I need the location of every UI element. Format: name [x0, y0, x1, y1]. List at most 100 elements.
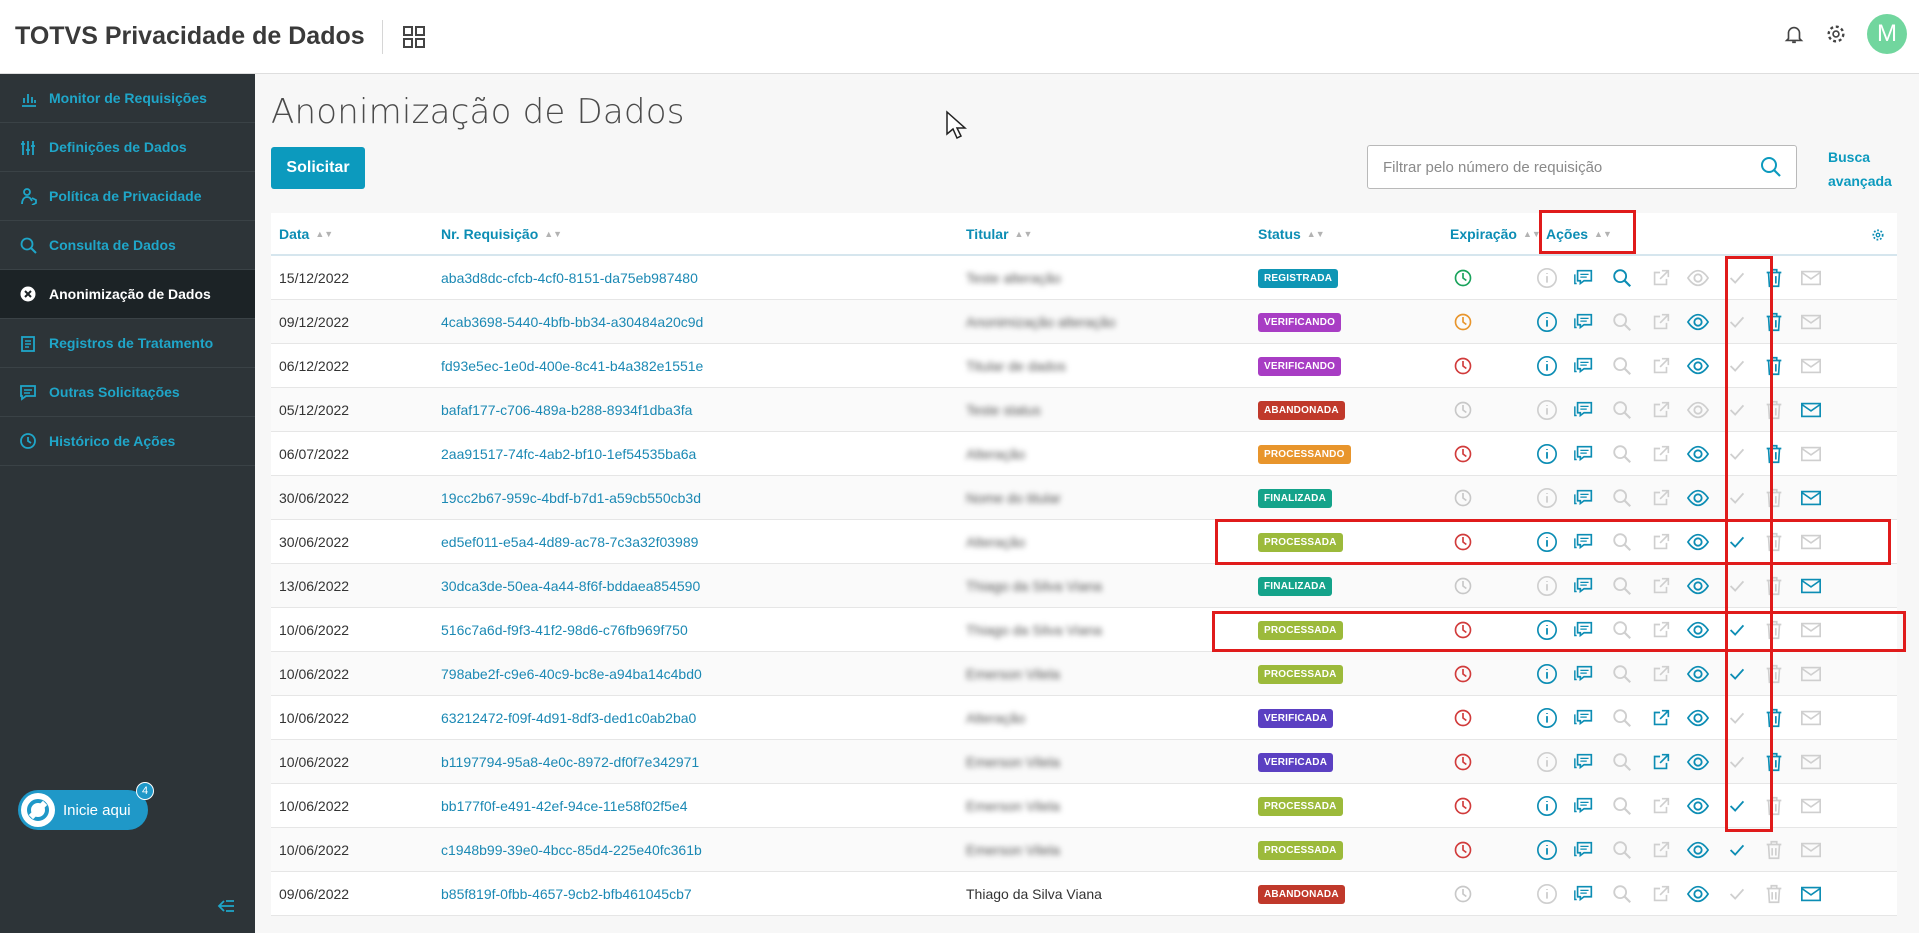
check-icon[interactable] — [1726, 311, 1748, 333]
trash-icon[interactable] — [1763, 443, 1785, 465]
trash-icon[interactable] — [1763, 355, 1785, 377]
collapse-menu-icon[interactable] — [216, 896, 236, 916]
external-link-icon[interactable] — [1650, 619, 1672, 641]
search-icon[interactable] — [1611, 531, 1633, 553]
check-icon[interactable] — [1726, 751, 1748, 773]
search-icon[interactable] — [1611, 751, 1633, 773]
sidebar-item-0[interactable]: Monitor de Requisições — [0, 74, 255, 123]
info-icon[interactable] — [1536, 839, 1558, 861]
check-icon[interactable] — [1726, 443, 1748, 465]
row-request-link[interactable]: 2aa91517-74fc-4ab2-bf10-1ef54535ba6a — [441, 432, 696, 476]
mail-icon[interactable] — [1800, 751, 1822, 773]
external-link-icon[interactable] — [1650, 663, 1672, 685]
mail-icon[interactable] — [1800, 531, 1822, 553]
search-icon[interactable] — [1611, 443, 1633, 465]
trash-icon[interactable] — [1763, 531, 1785, 553]
column-header-titular[interactable]: Titular ▲▼ — [966, 226, 1032, 242]
external-link-icon[interactable] — [1650, 399, 1672, 421]
info-icon[interactable] — [1536, 399, 1558, 421]
info-icon[interactable] — [1536, 751, 1558, 773]
search-icon[interactable] — [1611, 311, 1633, 333]
chat-icon[interactable] — [1573, 751, 1595, 773]
external-link-icon[interactable] — [1650, 311, 1672, 333]
sidebar-item-6[interactable]: Outras Solicitações — [0, 368, 255, 417]
eye-icon[interactable] — [1687, 575, 1709, 597]
row-request-link[interactable]: fd93e5ec-1e0d-400e-8c41-b4a382e1551e — [441, 344, 703, 388]
search-icon[interactable] — [1611, 575, 1633, 597]
settings-gear-icon[interactable] — [1825, 23, 1847, 45]
table-settings-icon[interactable] — [1871, 228, 1885, 242]
row-request-link[interactable]: bafaf177-c706-489a-b288-8934f1dba3fa — [441, 388, 692, 432]
notification-bell-icon[interactable] — [1783, 23, 1805, 45]
chat-icon[interactable] — [1573, 795, 1595, 817]
check-icon[interactable] — [1726, 355, 1748, 377]
check-icon[interactable] — [1726, 663, 1748, 685]
chat-icon[interactable] — [1573, 839, 1595, 861]
eye-icon[interactable] — [1687, 795, 1709, 817]
search-input[interactable] — [1368, 146, 1759, 188]
row-request-link[interactable]: c1948b99-39e0-4bcc-85d4-225e40fc361b — [441, 828, 702, 872]
row-request-link[interactable]: 798abe2f-c9e6-40c9-bc8e-a94ba14c4bd0 — [441, 652, 702, 696]
eye-icon[interactable] — [1687, 619, 1709, 641]
external-link-icon[interactable] — [1650, 531, 1672, 553]
chat-icon[interactable] — [1573, 399, 1595, 421]
row-request-link[interactable]: b1197794-95a8-4e0c-8972-df0f7e342971 — [441, 740, 699, 784]
column-header-expiracao[interactable]: Expiração ▲▼ — [1450, 226, 1541, 242]
mail-icon[interactable] — [1800, 883, 1822, 905]
row-request-link[interactable]: 4cab3698-5440-4bfb-bb34-a30484a20c9d — [441, 300, 703, 344]
mail-icon[interactable] — [1800, 267, 1822, 289]
trash-icon[interactable] — [1763, 311, 1785, 333]
search-icon[interactable] — [1759, 155, 1783, 179]
eye-icon[interactable] — [1687, 443, 1709, 465]
chat-icon[interactable] — [1573, 883, 1595, 905]
mail-icon[interactable] — [1800, 355, 1822, 377]
external-link-icon[interactable] — [1650, 443, 1672, 465]
eye-icon[interactable] — [1687, 883, 1709, 905]
external-link-icon[interactable] — [1650, 839, 1672, 861]
info-icon[interactable] — [1536, 575, 1558, 597]
search-icon[interactable] — [1611, 619, 1633, 641]
trash-icon[interactable] — [1763, 575, 1785, 597]
eye-icon[interactable] — [1687, 311, 1709, 333]
check-icon[interactable] — [1726, 883, 1748, 905]
check-icon[interactable] — [1726, 399, 1748, 421]
mail-icon[interactable] — [1800, 619, 1822, 641]
help-start-button[interactable]: Inicie aqui 4 — [18, 782, 154, 830]
search-icon[interactable] — [1611, 707, 1633, 729]
trash-icon[interactable] — [1763, 487, 1785, 509]
external-link-icon[interactable] — [1650, 707, 1672, 729]
search-icon[interactable] — [1611, 795, 1633, 817]
eye-icon[interactable] — [1687, 267, 1709, 289]
sidebar-item-7[interactable]: Histórico de Ações — [0, 417, 255, 466]
info-icon[interactable] — [1536, 795, 1558, 817]
mail-icon[interactable] — [1800, 575, 1822, 597]
chat-icon[interactable] — [1573, 267, 1595, 289]
chat-icon[interactable] — [1573, 355, 1595, 377]
column-header-status[interactable]: Status ▲▼ — [1258, 226, 1325, 242]
eye-icon[interactable] — [1687, 399, 1709, 421]
chat-icon[interactable] — [1573, 443, 1595, 465]
eye-icon[interactable] — [1687, 531, 1709, 553]
mail-icon[interactable] — [1800, 399, 1822, 421]
sidebar-item-3[interactable]: Consulta de Dados — [0, 221, 255, 270]
check-icon[interactable] — [1726, 575, 1748, 597]
advanced-search-link[interactable]: Busca avançada — [1828, 145, 1898, 193]
mail-icon[interactable] — [1800, 707, 1822, 729]
external-link-icon[interactable] — [1650, 883, 1672, 905]
sidebar-item-4[interactable]: Anonimização de Dados — [0, 270, 255, 319]
trash-icon[interactable] — [1763, 267, 1785, 289]
search-icon[interactable] — [1611, 839, 1633, 861]
chat-icon[interactable] — [1573, 663, 1595, 685]
check-icon[interactable] — [1726, 839, 1748, 861]
eye-icon[interactable] — [1687, 355, 1709, 377]
check-icon[interactable] — [1726, 487, 1748, 509]
info-icon[interactable] — [1536, 267, 1558, 289]
request-button[interactable]: Solicitar — [271, 147, 365, 189]
info-icon[interactable] — [1536, 883, 1558, 905]
search-icon[interactable] — [1611, 355, 1633, 377]
row-request-link[interactable]: b85f819f-0fbb-4657-9cb2-bfb461045cb7 — [441, 872, 692, 916]
eye-icon[interactable] — [1687, 839, 1709, 861]
mail-icon[interactable] — [1800, 795, 1822, 817]
check-icon[interactable] — [1726, 795, 1748, 817]
trash-icon[interactable] — [1763, 707, 1785, 729]
